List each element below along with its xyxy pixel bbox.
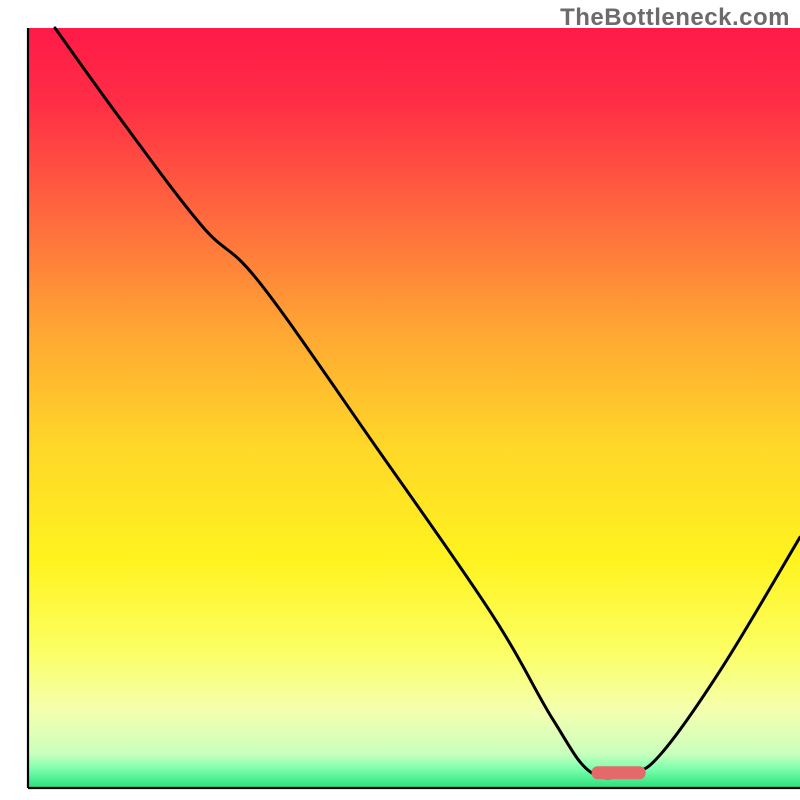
chart-svg [0, 0, 800, 800]
watermark-text: TheBottleneck.com [560, 4, 790, 32]
plot-background [28, 28, 800, 788]
optimal-marker [592, 766, 646, 779]
bottleneck-chart: TheBottleneck.com [0, 0, 800, 800]
